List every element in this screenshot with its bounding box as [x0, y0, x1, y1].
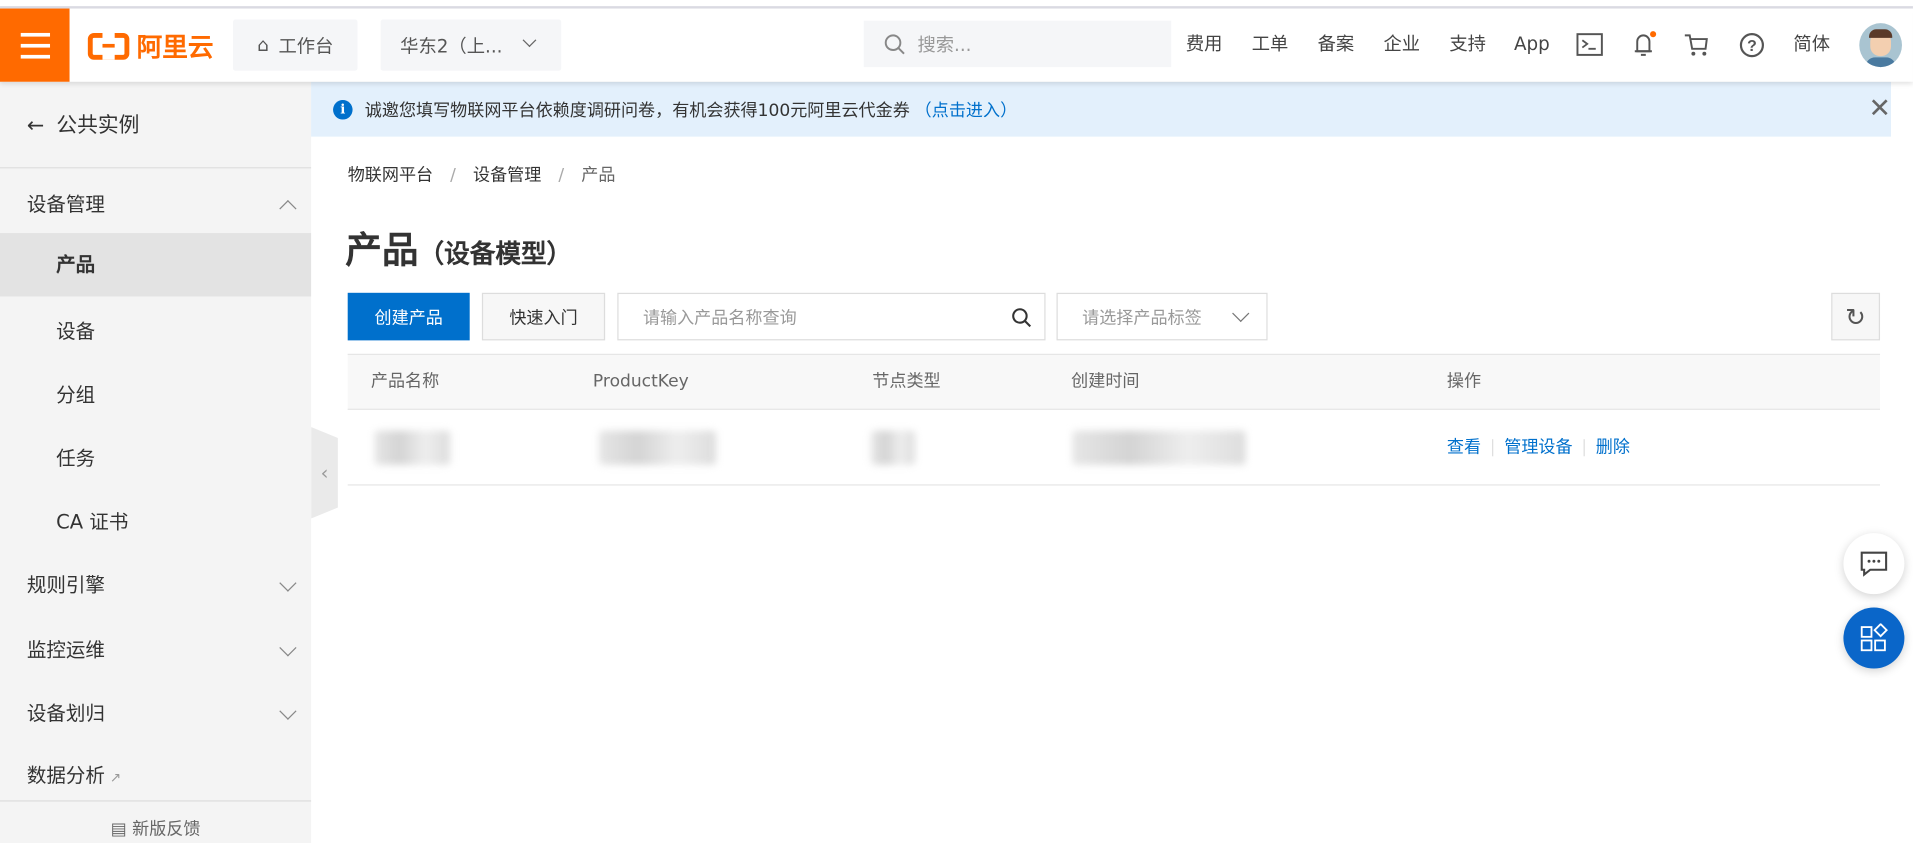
sidebar-group-device-assign[interactable]: 设备划归 — [0, 682, 311, 745]
chevron-down-icon — [279, 639, 297, 657]
search-icon — [884, 34, 905, 55]
search-icon[interactable] — [1011, 307, 1032, 328]
sidebar-item-task[interactable]: 任务 — [0, 427, 311, 490]
sidebar-group-data-analysis[interactable]: 数据分析 ↗ — [0, 744, 311, 800]
close-icon[interactable]: ✕ — [1869, 94, 1891, 125]
search-placeholder: 搜索... — [917, 33, 972, 56]
delete-link[interactable]: 删除 — [1596, 438, 1630, 458]
column-header: 节点类型 — [872, 372, 941, 392]
sidebar-group-monitoring[interactable]: 监控运维 — [0, 619, 311, 682]
feedback-icon: ▤ — [110, 819, 133, 840]
node-type-redacted — [871, 430, 915, 465]
breadcrumb-item[interactable]: 设备管理 — [473, 166, 541, 186]
sidebar-item-group[interactable]: 分组 — [0, 364, 311, 427]
sidebar-item-product[interactable]: 产品 — [0, 233, 312, 297]
row-actions: 查看 管理设备 删除 — [1447, 434, 1630, 458]
language-switch[interactable]: 简体 — [1793, 9, 1830, 82]
banner-text: 诚邀您填写物联网平台依赖度调研问卷，有机会获得100元阿里云代金券 — [364, 100, 910, 121]
nav-tickets[interactable]: 工单 — [1252, 9, 1289, 82]
top-navbar: 阿里云 ⌂ 工作台 华东2（上... 搜索... 费用 工单 备案 企业 支持 A… — [0, 8, 1913, 82]
sidebar-item-device[interactable]: 设备 — [0, 300, 311, 363]
global-search[interactable]: 搜索... — [863, 20, 1172, 68]
sidebar-group-device-management[interactable]: 设备管理 — [0, 173, 311, 236]
view-link[interactable]: 查看 — [1447, 438, 1481, 458]
terminal-icon[interactable] — [1576, 33, 1603, 57]
chevron-up-icon — [279, 199, 297, 218]
title-main: 产品 — [345, 229, 419, 273]
breadcrumb-item[interactable]: 物联网平台 — [348, 166, 433, 186]
refresh-icon: ↻ — [1845, 301, 1866, 332]
chevron-down-icon — [1232, 304, 1250, 323]
workbench-label: 工作台 — [278, 34, 334, 57]
help-icon[interactable]: ? — [1739, 32, 1766, 59]
group-label: 规则引擎 — [26, 573, 105, 597]
chat-icon — [1860, 551, 1888, 577]
svg-text:?: ? — [1747, 38, 1757, 55]
top-border — [0, 0, 1913, 9]
back-to-instances[interactable]: ← 公共实例 — [0, 94, 311, 157]
product-search-input[interactable]: 请输入产品名称查询 — [617, 292, 1046, 341]
logo-text: 阿里云 — [136, 32, 214, 63]
back-label: 公共实例 — [56, 113, 140, 138]
group-label: 监控运维 — [26, 638, 105, 662]
info-icon: i — [333, 99, 353, 119]
sidebar-item-ca-cert[interactable]: CA 证书 — [0, 490, 311, 553]
survey-banner: i 诚邀您填写物联网平台依赖度调研问卷，有机会获得100元阿里云代金券 （点击进… — [311, 81, 1892, 137]
apps-icon — [1860, 623, 1888, 652]
manage-devices-link[interactable]: 管理设备 — [1504, 438, 1572, 458]
group-label: 设备划归 — [26, 701, 105, 725]
chevron-down-icon — [279, 574, 297, 592]
sidebar: ← 公共实例 设备管理 产品 设备 分组 任务 CA 证书 规则引擎 监控运维 设… — [0, 81, 312, 844]
quick-start-button[interactable]: 快速入门 — [481, 292, 606, 341]
title-sub: （设备模型） — [418, 239, 573, 269]
menu-icon[interactable] — [0, 8, 70, 82]
table-header: 产品名称 ProductKey 节点类型 创建时间 操作 — [347, 353, 1881, 410]
product-tag-select[interactable]: 请选择产品标签 — [1056, 292, 1268, 341]
sidebar-collapse-handle[interactable]: ‹ — [311, 427, 338, 519]
create-product-button[interactable]: 创建产品 — [347, 292, 470, 341]
region-label: 华东2（上... — [400, 34, 503, 57]
search-placeholder: 请输入产品名称查询 — [642, 308, 797, 328]
home-icon: ⌂ — [257, 34, 269, 57]
chat-button[interactable] — [1843, 533, 1905, 595]
chevron-left-icon: ‹ — [320, 461, 329, 485]
group-label: 数据分析 — [26, 763, 105, 787]
feedback-button[interactable]: ▤ 新版反馈 — [0, 800, 312, 844]
arrow-left-icon: ← — [26, 113, 45, 138]
avatar[interactable] — [1859, 23, 1902, 68]
apps-button[interactable] — [1843, 607, 1905, 669]
breadcrumb: 物联网平台 / 设备管理 / 产品 — [347, 165, 616, 186]
cart-icon[interactable] — [1684, 32, 1711, 59]
create-time-redacted — [1072, 430, 1246, 465]
external-link-icon: ↗ — [109, 769, 122, 786]
workbench-button[interactable]: ⌂ 工作台 — [233, 19, 358, 71]
column-header: 创建时间 — [1071, 372, 1140, 392]
sidebar-group-rule-engine[interactable]: 规则引擎 — [0, 554, 311, 617]
region-selector[interactable]: 华东2（上... — [380, 19, 562, 71]
nav-enterprise[interactable]: 企业 — [1383, 9, 1420, 82]
group-label: 设备管理 — [26, 192, 105, 216]
nav-app[interactable]: App — [1514, 9, 1550, 82]
chevron-down-icon — [522, 33, 537, 48]
nav-icp[interactable]: 备案 — [1318, 9, 1355, 82]
column-header: 操作 — [1446, 372, 1482, 392]
select-placeholder: 请选择产品标签 — [1082, 308, 1202, 328]
table-row: 查看 管理设备 删除 — [347, 409, 1881, 486]
chevron-down-icon — [279, 702, 297, 720]
banner-link[interactable]: （点击进入） — [915, 97, 1017, 121]
bell-icon[interactable] — [1631, 29, 1658, 58]
page-title: 产品（设备模型） — [345, 220, 572, 274]
product-key-redacted — [599, 430, 717, 465]
divider — [0, 167, 312, 169]
breadcrumb-current: 产品 — [581, 165, 616, 186]
product-name-redacted — [374, 430, 451, 465]
refresh-button[interactable]: ↻ — [1831, 292, 1881, 341]
nav-fees[interactable]: 费用 — [1186, 9, 1223, 82]
column-header: ProductKey — [592, 372, 689, 392]
feedback-label: 新版反馈 — [132, 819, 201, 840]
nav-support[interactable]: 支持 — [1449, 9, 1486, 82]
column-header: 产品名称 — [370, 372, 440, 392]
aliyun-logo[interactable]: 阿里云 — [87, 28, 214, 65]
